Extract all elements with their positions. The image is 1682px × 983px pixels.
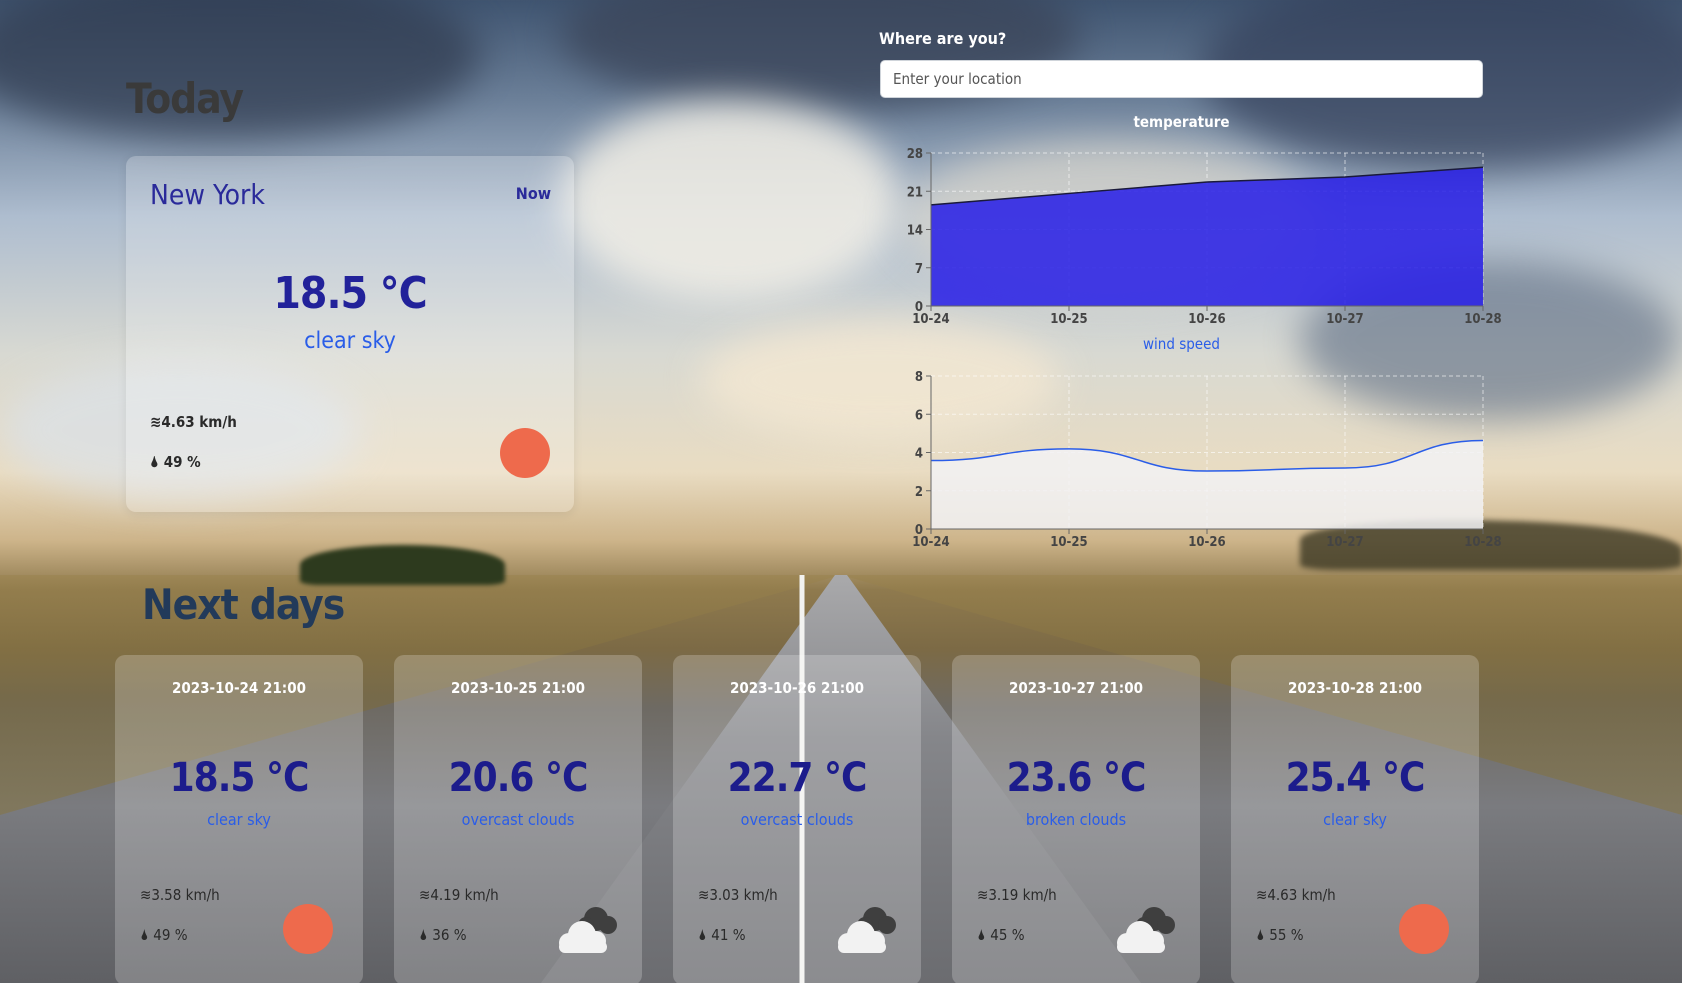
y-tick-label: 2 bbox=[915, 485, 923, 500]
forecast-humidity: 🌢 41 % bbox=[698, 926, 746, 944]
forecast-description: broken clouds bbox=[1025, 810, 1127, 829]
droplet-icon: 🌢 bbox=[977, 926, 991, 944]
y-tick-label: 6 bbox=[915, 408, 923, 423]
clouds-icon bbox=[559, 907, 617, 953]
forecast-humidity: 🌢 55 % bbox=[1256, 926, 1304, 944]
forecast-temperature: 23.6 °C bbox=[1006, 755, 1147, 801]
forecast-wind-value: 3.19 km/h bbox=[988, 886, 1057, 904]
droplet-icon: 🌢 bbox=[419, 926, 433, 944]
wind-icon: ≋ bbox=[1256, 886, 1268, 904]
droplet-icon: 🌢 bbox=[1256, 926, 1270, 944]
series-area bbox=[931, 167, 1483, 306]
x-tick-label: 10-25 bbox=[1050, 535, 1087, 550]
forecast-wind: ≋4.19 km/h bbox=[419, 886, 499, 904]
forecast-date: 2023-10-27 21:00 bbox=[1009, 679, 1143, 697]
forecast-card: 2023-10-27 21:00 23.6 °C broken clouds ≋… bbox=[952, 655, 1200, 983]
clouds-icon bbox=[1117, 907, 1175, 953]
sun-icon bbox=[277, 901, 341, 957]
clouds-icon bbox=[838, 907, 896, 953]
wind-icon: ≋ bbox=[140, 886, 152, 904]
x-tick-label: 10-28 bbox=[1464, 535, 1501, 550]
x-tick-label: 10-24 bbox=[912, 535, 949, 550]
forecast-wind-value: 4.63 km/h bbox=[1267, 886, 1336, 904]
forecast-description: clear sky bbox=[1323, 810, 1387, 829]
forecast-wind: ≋3.19 km/h bbox=[977, 886, 1057, 904]
forecast-date: 2023-10-26 21:00 bbox=[730, 679, 864, 697]
forecast-description: overcast clouds bbox=[461, 810, 575, 829]
forecast-description: clear sky bbox=[207, 810, 271, 829]
x-tick-label: 10-28 bbox=[1464, 312, 1501, 327]
wind-icon: ≋ bbox=[698, 886, 710, 904]
forecast-humidity-value: 36 % bbox=[432, 926, 467, 944]
forecast-card: 2023-10-25 21:00 20.6 °C overcast clouds… bbox=[394, 655, 642, 983]
x-tick-label: 10-26 bbox=[1188, 312, 1225, 327]
forecast-wind-value: 4.19 km/h bbox=[430, 886, 499, 904]
forecast-temperature: 22.7 °C bbox=[727, 755, 868, 801]
x-tick-label: 10-26 bbox=[1188, 535, 1225, 550]
forecast-humidity-value: 49 % bbox=[153, 926, 188, 944]
forecast-date: 2023-10-24 21:00 bbox=[172, 679, 306, 697]
next-days-heading: Next days bbox=[142, 580, 345, 629]
forecast-temperature: 20.6 °C bbox=[448, 755, 589, 801]
forecast-wind-value: 3.58 km/h bbox=[151, 886, 220, 904]
y-tick-label: 8 bbox=[915, 370, 923, 385]
forecast-humidity-value: 41 % bbox=[711, 926, 746, 944]
x-tick-label: 10-27 bbox=[1326, 535, 1363, 550]
x-tick-label: 10-25 bbox=[1050, 312, 1087, 327]
droplet-icon: 🌢 bbox=[698, 926, 712, 944]
forecast-humidity: 🌢 45 % bbox=[977, 926, 1025, 944]
y-tick-label: 28 bbox=[907, 147, 923, 162]
y-tick-label: 21 bbox=[907, 185, 923, 200]
forecast-temperature: 18.5 °C bbox=[169, 755, 310, 801]
forecast-humidity-value: 45 % bbox=[990, 926, 1025, 944]
forecast-card: 2023-10-28 21:00 25.4 °C clear sky ≋4.63… bbox=[1231, 655, 1479, 983]
forecast-wind: ≋3.58 km/h bbox=[140, 886, 220, 904]
forecast-wind-value: 3.03 km/h bbox=[709, 886, 778, 904]
wind-icon: ≋ bbox=[419, 886, 431, 904]
forecast-wind: ≋3.03 km/h bbox=[698, 886, 778, 904]
forecast-humidity-value: 55 % bbox=[1269, 926, 1304, 944]
forecast-humidity: 🌢 49 % bbox=[140, 926, 188, 944]
y-tick-label: 14 bbox=[907, 224, 923, 239]
y-tick-label: 7 bbox=[915, 262, 923, 277]
x-tick-label: 10-24 bbox=[912, 312, 949, 327]
forecast-card: 2023-10-24 21:00 18.5 °C clear sky ≋3.58… bbox=[115, 655, 363, 983]
forecast-humidity: 🌢 36 % bbox=[419, 926, 467, 944]
forecast-wind: ≋4.63 km/h bbox=[1256, 886, 1336, 904]
sun-icon bbox=[1393, 901, 1457, 957]
wind-icon: ≋ bbox=[977, 886, 989, 904]
x-tick-label: 10-27 bbox=[1326, 312, 1363, 327]
forecast-date: 2023-10-25 21:00 bbox=[451, 679, 585, 697]
forecast-temperature: 25.4 °C bbox=[1285, 755, 1426, 801]
droplet-icon: 🌢 bbox=[140, 926, 154, 944]
forecast-date: 2023-10-28 21:00 bbox=[1288, 679, 1422, 697]
forecast-description: overcast clouds bbox=[740, 810, 854, 829]
y-tick-label: 4 bbox=[915, 447, 923, 462]
forecast-card: 2023-10-26 21:00 22.7 °C overcast clouds… bbox=[673, 655, 921, 983]
